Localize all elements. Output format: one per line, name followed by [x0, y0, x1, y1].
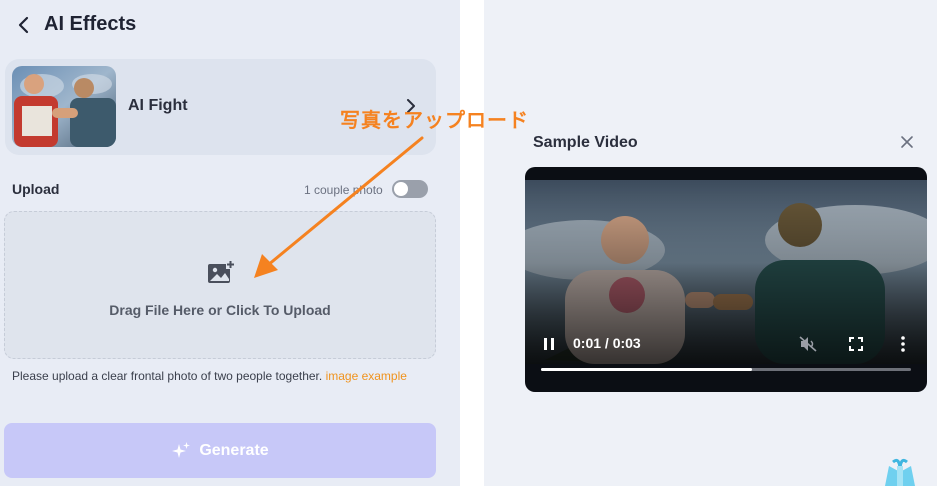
more-vertical-icon[interactable]: [899, 335, 907, 353]
annotation-text: 写真をアップロード: [340, 110, 529, 132]
annotation-arrow-icon: [254, 136, 424, 278]
video-progress[interactable]: [541, 368, 911, 371]
hint-text: Please upload a clear frontal photo of t…: [12, 369, 323, 383]
image-example-link[interactable]: image example: [326, 369, 407, 383]
upload-label: Upload: [12, 181, 60, 197]
close-icon[interactable]: [900, 135, 914, 149]
sample-video-player[interactable]: 0:01 / 0:03: [525, 167, 927, 392]
sparkle-icon: [172, 441, 191, 458]
video-progress-fill: [541, 368, 752, 371]
dropzone-text: Drag File Here or Click To Upload: [109, 302, 331, 318]
page-title: AI Effects: [44, 13, 137, 35]
video-time: 0:01 / 0:03: [573, 335, 641, 351]
fullscreen-icon[interactable]: [848, 336, 864, 352]
chevron-left-icon[interactable]: [14, 15, 34, 35]
pause-icon[interactable]: [543, 337, 555, 351]
add-image-icon: [208, 260, 235, 283]
effect-thumbnail: [12, 66, 116, 147]
mute-icon[interactable]: [799, 336, 817, 352]
generate-label: Generate: [199, 441, 269, 459]
gift-icon[interactable]: [875, 458, 925, 486]
panel-divider: [460, 0, 484, 486]
sample-video-title: Sample Video: [533, 134, 638, 151]
generate-button[interactable]: Generate: [4, 423, 436, 478]
effect-name: AI Fight: [128, 97, 188, 114]
upload-hint: Please upload a clear frontal photo of t…: [12, 369, 407, 383]
